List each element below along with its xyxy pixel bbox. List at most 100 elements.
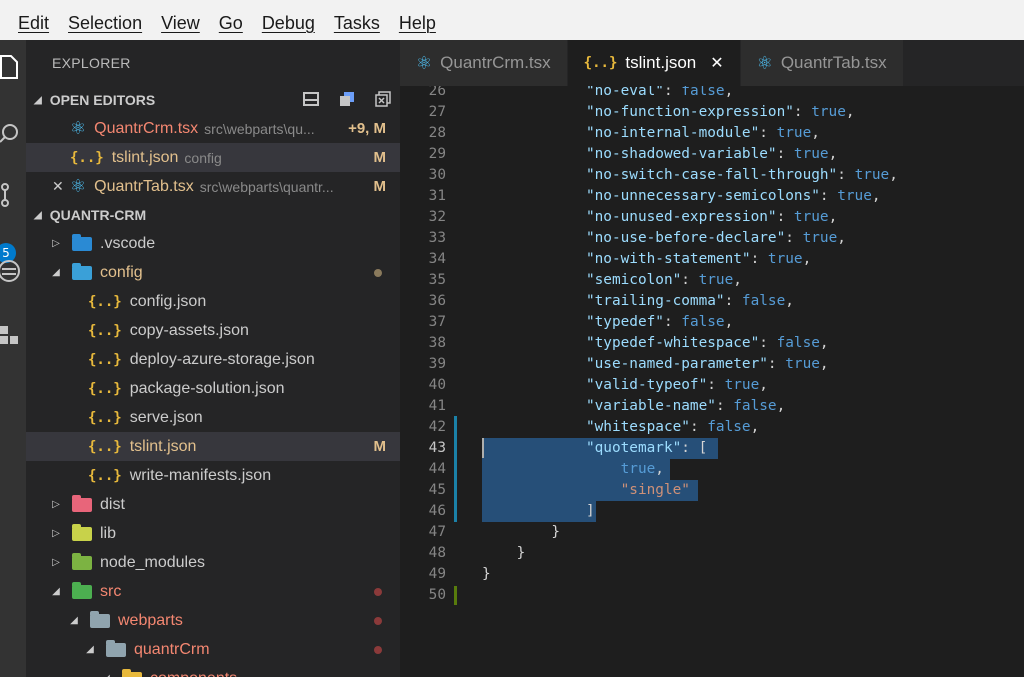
tree-item-src[interactable]: ◢ src bbox=[26, 577, 400, 606]
json-value: true bbox=[785, 356, 820, 372]
chevron-down-icon: ◢ bbox=[52, 586, 60, 597]
json-value: true bbox=[793, 146, 829, 162]
code-text: "no-function-expression": true, bbox=[482, 102, 855, 123]
punctuation: : bbox=[681, 272, 699, 288]
tree-item-file[interactable]: {..} deploy-azure-storage.json bbox=[26, 345, 400, 374]
editor-tab-bar: ⚛ QuantrCrm.tsx {..} tslint.json ✕ ⚛ Qua… bbox=[400, 40, 1024, 86]
tree-item-components[interactable]: ◢ components bbox=[26, 664, 400, 677]
tree-item-label: tslint.json bbox=[129, 437, 197, 455]
source-control-icon[interactable] bbox=[0, 180, 24, 210]
extensions-icon[interactable] bbox=[0, 320, 24, 350]
tree-item-label: copy-assets.json bbox=[129, 321, 249, 339]
close-all-icon[interactable] bbox=[374, 90, 392, 108]
open-editors-header[interactable]: ◢ OPEN EDITORS bbox=[26, 86, 400, 114]
tree-item-webparts[interactable]: ◢ webparts bbox=[26, 606, 400, 635]
project-header[interactable]: ◢ QUANTR-CRM bbox=[26, 201, 400, 229]
punctuation: [ bbox=[698, 440, 708, 456]
save-all-icon[interactable] bbox=[338, 90, 356, 108]
close-icon[interactable]: ✕ bbox=[710, 53, 723, 73]
tree-item-label: node_modules bbox=[100, 553, 205, 571]
tree-item-quantrcrm[interactable]: ◢ quantrCrm bbox=[26, 635, 400, 664]
code-text: } bbox=[482, 522, 560, 543]
line-number: 36 bbox=[428, 293, 446, 309]
tree-item-dist[interactable]: ▷ dist bbox=[26, 490, 400, 519]
tree-item-node-modules[interactable]: ▷ node_modules bbox=[26, 548, 400, 577]
punctuation: , bbox=[785, 293, 794, 309]
punctuation: : bbox=[681, 440, 699, 456]
tab-quantrcrm[interactable]: ⚛ QuantrCrm.tsx bbox=[400, 40, 567, 86]
tree-item-file[interactable]: {..} copy-assets.json bbox=[26, 316, 400, 345]
open-editor-item[interactable]: ✕ ⚛ QuantrTab.tsx src\webparts\quantr...… bbox=[26, 172, 400, 201]
tree-item-file[interactable]: {..} config.json bbox=[26, 287, 400, 316]
punctuation: : bbox=[689, 419, 708, 435]
punctuation: , bbox=[828, 209, 838, 225]
punctuation: } bbox=[482, 566, 491, 582]
code-line: 36 "trailing-comma": false, bbox=[400, 291, 1024, 312]
explorer-icon[interactable] bbox=[0, 52, 24, 82]
menu-edit[interactable]: Edit bbox=[18, 13, 49, 34]
react-file-icon: ⚛ bbox=[70, 118, 87, 138]
line-number: 49 bbox=[428, 566, 446, 582]
menu-help[interactable]: Help bbox=[399, 13, 436, 34]
menu-go[interactable]: Go bbox=[219, 13, 243, 34]
punctuation: , bbox=[845, 104, 855, 120]
json-value: false bbox=[681, 86, 725, 99]
json-value: true bbox=[724, 377, 760, 393]
tree-item-lib[interactable]: ▷ lib bbox=[26, 519, 400, 548]
search-icon[interactable] bbox=[0, 118, 24, 148]
json-value: true bbox=[837, 188, 872, 204]
line-number: 42 bbox=[428, 419, 446, 435]
json-key: "no-with-statement" bbox=[585, 251, 751, 267]
json-value: true bbox=[620, 461, 656, 477]
json-value: true bbox=[854, 167, 890, 183]
folder-icon bbox=[72, 523, 92, 541]
debug-icon[interactable] bbox=[0, 256, 24, 286]
tree-item-config[interactable]: ◢ config bbox=[26, 258, 400, 287]
tree-item-file[interactable]: {..} write-manifests.json bbox=[26, 461, 400, 490]
code-line: 43 "quotemark": [ bbox=[400, 438, 1024, 459]
open-editor-item[interactable]: {..} tslint.json config M bbox=[26, 143, 400, 172]
tree-item-label: package-solution.json bbox=[129, 379, 285, 397]
json-file-icon: {..} bbox=[70, 149, 104, 166]
tree-item-file[interactable]: {..} serve.json bbox=[26, 403, 400, 432]
punctuation: : bbox=[759, 125, 777, 141]
line-number: 38 bbox=[428, 335, 446, 351]
json-key: "no-switch-case-fall-through" bbox=[585, 167, 838, 183]
open-editor-item[interactable]: ⚛ QuantrCrm.tsx src\webparts\qu... +9, M bbox=[26, 114, 400, 143]
menu-tasks[interactable]: Tasks bbox=[334, 13, 380, 34]
open-editor-name: tslint.json bbox=[111, 148, 179, 166]
tab-label: tslint.json bbox=[625, 53, 697, 72]
tree-item-file-selected[interactable]: {..} tslint.json M bbox=[26, 432, 400, 461]
tree-item-file[interactable]: {..} package-solution.json bbox=[26, 374, 400, 403]
code-line: 28 "no-internal-module": true, bbox=[400, 123, 1024, 144]
punctuation: , bbox=[733, 272, 742, 288]
line-number: 46 bbox=[428, 503, 446, 519]
json-key: "variable-name" bbox=[585, 398, 716, 414]
chevron-down-icon: ◢ bbox=[70, 615, 78, 626]
code-editor[interactable]: 26 "no-eval": false, 27 "no-function-expr… bbox=[400, 86, 1024, 677]
json-key: "use-named-parameter" bbox=[585, 356, 768, 372]
punctuation: } bbox=[516, 545, 526, 561]
tree-item-label: .vscode bbox=[100, 234, 156, 252]
punctuation: : bbox=[819, 188, 838, 204]
code-line: 48 } bbox=[400, 543, 1024, 564]
line-number: 35 bbox=[428, 272, 446, 288]
menu-debug[interactable]: Debug bbox=[262, 13, 315, 34]
punctuation: : bbox=[776, 146, 794, 162]
activity-bar: 5 bbox=[0, 40, 26, 677]
code-text: "no-unused-expression": true, bbox=[482, 207, 837, 228]
menu-selection[interactable]: Selection bbox=[68, 13, 142, 34]
json-key: "no-shadowed-variable" bbox=[585, 146, 777, 162]
open-editor-name: QuantrTab.tsx bbox=[94, 177, 194, 195]
close-icon[interactable]: ✕ bbox=[52, 178, 64, 195]
tab-quantrtab[interactable]: ⚛ QuantrTab.tsx bbox=[740, 40, 903, 86]
code-line: 40 "valid-typeof": true, bbox=[400, 375, 1024, 396]
punctuation: , bbox=[724, 314, 734, 330]
new-untitled-file-icon[interactable] bbox=[302, 90, 320, 108]
menu-view[interactable]: View bbox=[161, 13, 200, 34]
tree-item-vscode[interactable]: ▷ .vscode bbox=[26, 229, 400, 258]
tab-label: QuantrCrm.tsx bbox=[440, 53, 551, 72]
tab-tslint[interactable]: {..} tslint.json ✕ bbox=[567, 40, 740, 86]
chevron-down-icon: ◢ bbox=[34, 94, 42, 106]
